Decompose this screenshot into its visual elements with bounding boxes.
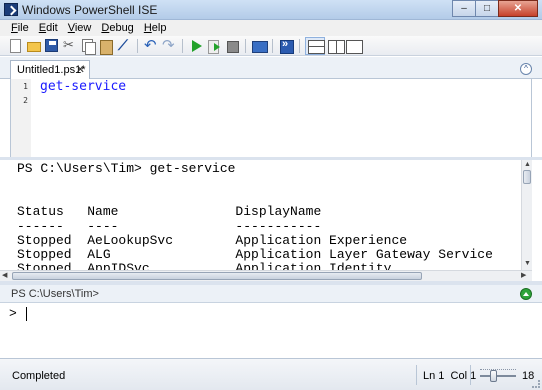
menu-file[interactable]: File <box>6 20 34 36</box>
resize-grip[interactable] <box>532 380 540 388</box>
menu-debug[interactable]: Debug <box>96 20 138 36</box>
redo-icon[interactable] <box>161 36 177 54</box>
undo-icon[interactable] <box>143 36 159 54</box>
status-bar: Completed Ln 1 Col 1 18 <box>0 358 542 390</box>
line-column-indicator: Ln 1 Col 1 <box>423 370 477 382</box>
status-separator <box>416 365 417 385</box>
text-caret <box>26 307 27 321</box>
line-number-gutter: 1 2 <box>11 79 31 157</box>
output-vertical-scrollbar[interactable]: ▲ ▼ <box>521 160 532 270</box>
cut-icon[interactable] <box>62 37 78 54</box>
status-text: Completed <box>12 370 66 382</box>
maximize-button[interactable]: □ <box>475 0 499 17</box>
save-icon[interactable] <box>44 38 60 54</box>
scroll-down-icon[interactable]: ▼ <box>524 260 531 267</box>
layout-max-icon[interactable] <box>345 38 363 54</box>
powershell-icon[interactable] <box>278 38 294 54</box>
title-bar: Windows PowerShell ISE – □ ✕ <box>0 0 542 20</box>
menu-edit[interactable]: Edit <box>34 20 63 36</box>
powershell-app-icon <box>4 3 18 16</box>
output-pane[interactable]: PS C:\Users\Tim> get-service Status Name… <box>0 160 532 270</box>
command-pane-header: PS C:\Users\Tim> <box>0 285 542 303</box>
new-icon[interactable] <box>8 38 24 54</box>
minimize-button[interactable]: – <box>452 0 476 17</box>
close-button[interactable]: ✕ <box>498 0 538 17</box>
layout-top-icon[interactable] <box>305 36 325 55</box>
toolbar <box>0 36 542 56</box>
script-pane[interactable]: 1 2 get-service <box>10 79 532 157</box>
scroll-left-icon[interactable]: ◀ <box>2 271 7 279</box>
open-icon[interactable] <box>26 38 42 54</box>
run-icon[interactable] <box>188 38 204 54</box>
scroll-right-icon[interactable]: ▶ <box>521 271 526 279</box>
close-tab-icon[interactable]: ✕ <box>76 63 85 76</box>
output-line: Stopped ALG Application Layer Gateway Se… <box>17 247 493 262</box>
zoom-slider[interactable] <box>480 367 520 383</box>
run-command-icon[interactable] <box>520 288 532 300</box>
clear-icon[interactable] <box>116 37 132 54</box>
window-controls: – □ ✕ <box>452 0 538 18</box>
remote-tab-icon[interactable] <box>251 38 268 54</box>
command-input-prefix: > <box>9 306 17 321</box>
line-number: 1 <box>23 82 28 91</box>
run-selection-icon[interactable] <box>206 38 222 54</box>
script-tab-row: Untitled1.ps1* ✕ ^ <box>0 57 542 79</box>
toolbar-separator <box>182 38 183 53</box>
output-line: PS C:\Users\Tim> get-service <box>17 161 236 176</box>
tab-untitled1[interactable]: Untitled1.ps1* ✕ <box>10 60 90 79</box>
layout-right-icon[interactable] <box>327 38 345 54</box>
paste-icon[interactable] <box>98 38 114 55</box>
scroll-thumb[interactable] <box>12 272 422 280</box>
output-horizontal-scrollbar[interactable]: ◀ ▶ <box>0 270 532 281</box>
status-separator <box>470 365 471 385</box>
output-line: Stopped AppIDSvc Application Identity <box>17 261 392 270</box>
line-number: 2 <box>23 96 28 105</box>
stop-icon[interactable] <box>224 38 240 54</box>
command-prompt-label: PS C:\Users\Tim> <box>11 288 99 300</box>
scroll-thumb[interactable] <box>523 170 531 184</box>
menu-view[interactable]: View <box>63 20 97 36</box>
zoom-slider-handle[interactable] <box>490 370 497 382</box>
toolbar-separator <box>137 38 138 53</box>
toolbar-separator <box>299 38 300 53</box>
command-input[interactable]: > <box>0 303 542 358</box>
output-line: Stopped AeLookupSvc Application Experien… <box>17 233 408 248</box>
window-title: Windows PowerShell ISE <box>22 3 158 17</box>
menu-bar: File Edit View Debug Help <box>0 20 542 36</box>
output-line: Status Name DisplayName <box>17 204 322 219</box>
copy-icon[interactable] <box>80 38 96 55</box>
script-line: get-service <box>40 79 127 94</box>
collapse-script-pane-icon[interactable]: ^ <box>520 63 532 75</box>
scroll-up-icon[interactable]: ▲ <box>524 161 531 168</box>
output-line: ------ ---- ----------- <box>17 219 322 234</box>
toolbar-separator <box>245 38 246 53</box>
menu-help[interactable]: Help <box>139 20 172 36</box>
toolbar-separator <box>272 38 273 53</box>
